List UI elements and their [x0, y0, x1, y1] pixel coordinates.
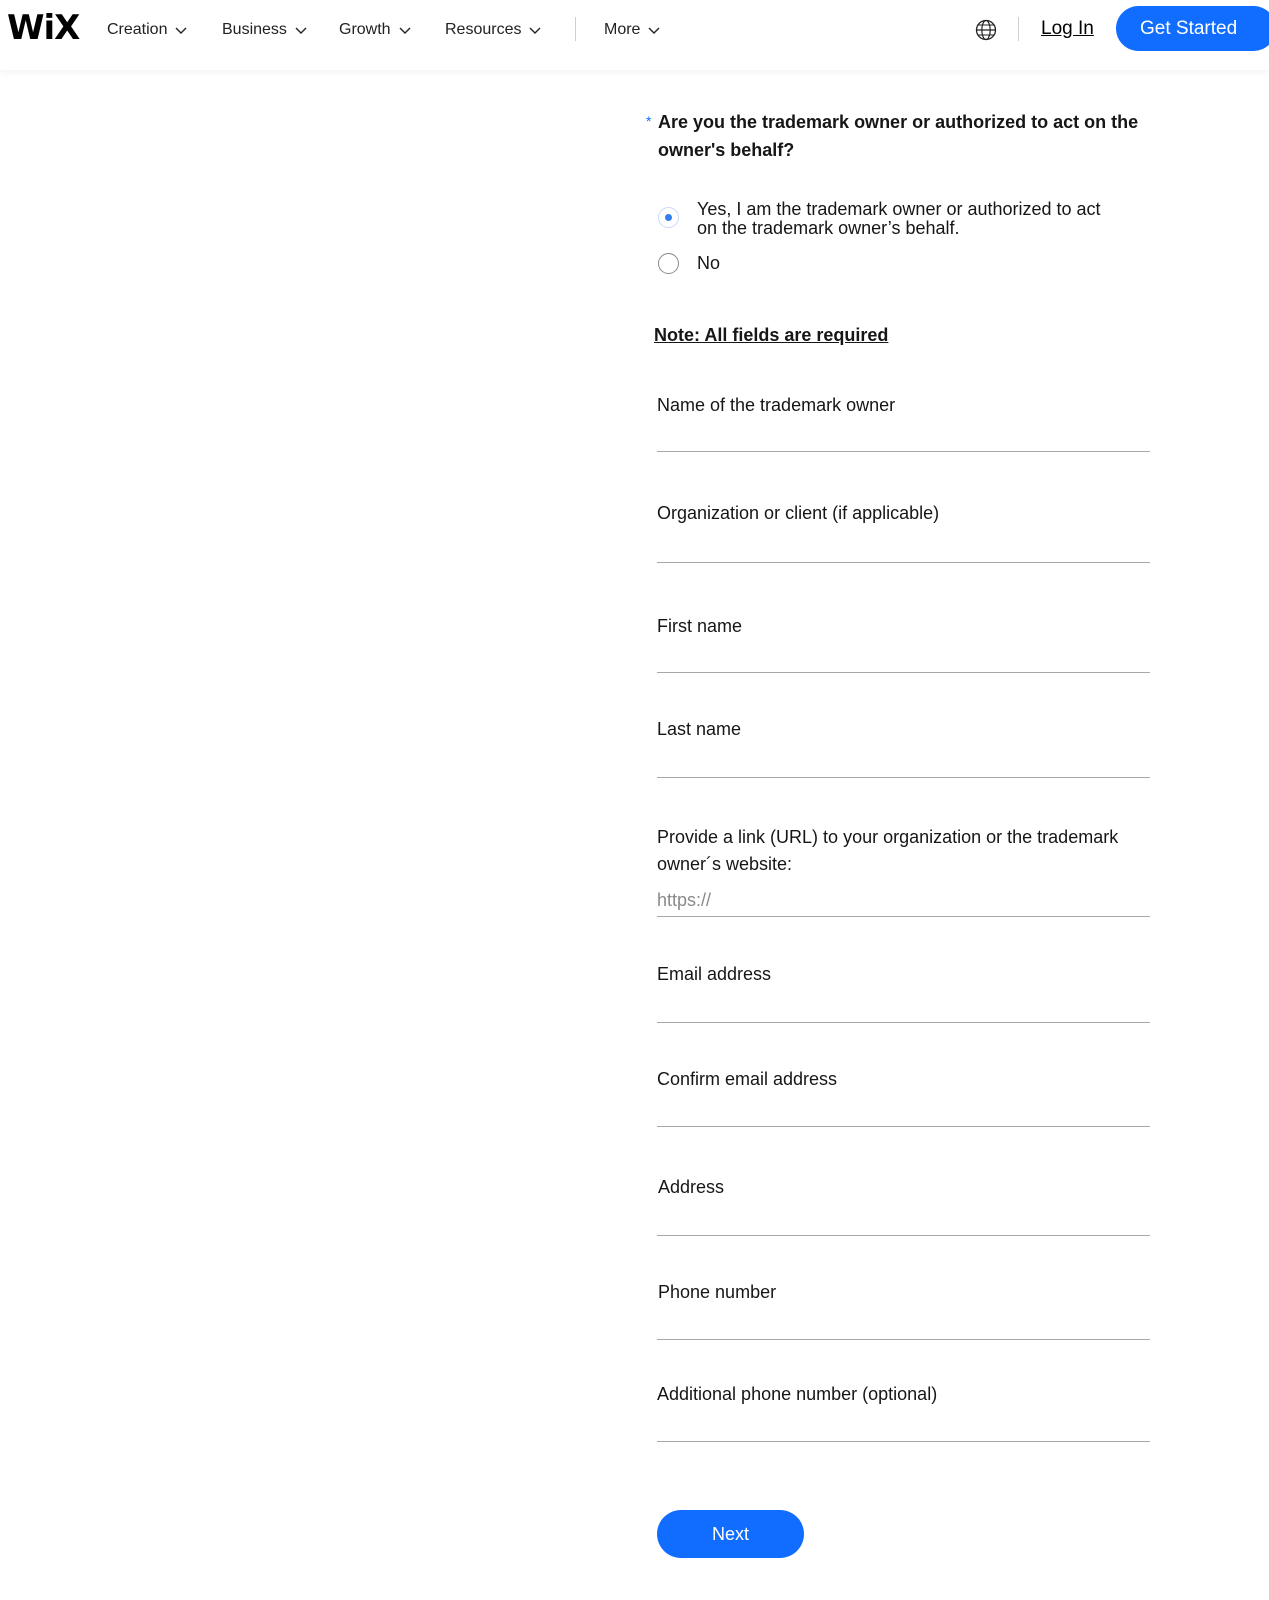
nav-label: More	[604, 21, 641, 38]
email-input[interactable]	[657, 993, 1150, 1019]
organization-label: Organization or client (if applicable)	[657, 503, 940, 523]
radio-yes[interactable]	[658, 207, 679, 228]
next-button[interactable]: Next	[657, 1510, 804, 1558]
first-name-label: First name	[657, 616, 743, 636]
address-input[interactable]	[657, 1206, 1150, 1232]
nav-label: Resources	[445, 21, 522, 38]
website-label: Provide a link (URL) to your organizatio…	[657, 827, 1119, 874]
address-label: Address	[658, 1177, 725, 1197]
owner-name-input[interactable]	[657, 422, 1150, 448]
chevron-down-icon	[295, 27, 307, 34]
login-link[interactable]: Log In	[1041, 17, 1094, 41]
get-started-button[interactable]: Get Started	[1116, 6, 1269, 51]
chevron-down-icon	[529, 27, 541, 34]
nav-resources[interactable]: Resources	[445, 18, 541, 42]
email-label: Email address	[657, 964, 772, 984]
phone-label: Phone number	[658, 1282, 777, 1302]
trademark-form: * Are you the trademark owner or authori…	[0, 0, 1269, 1600]
nav-label: Creation	[107, 21, 168, 38]
chevron-down-icon	[648, 27, 660, 34]
last-name-underline	[657, 777, 1150, 778]
website-input[interactable]	[657, 887, 1150, 913]
radio-no[interactable]	[658, 253, 679, 274]
globe-icon[interactable]	[975, 19, 997, 41]
site-header: WiX Creation Business Growth Resources M…	[0, 0, 1269, 70]
confirm-email-underline	[657, 1126, 1150, 1127]
organization-underline	[657, 562, 1150, 563]
nav-label: Business	[222, 21, 287, 38]
additional-phone-underline	[657, 1441, 1150, 1442]
confirm-email-label: Confirm email address	[657, 1069, 838, 1089]
radio-no-label[interactable]: No	[697, 254, 720, 273]
additional-phone-label: Additional phone number (optional)	[657, 1384, 938, 1404]
wix-logo[interactable]: WiX	[7, 10, 80, 46]
owner-question: Are you the trademark owner or authorize…	[658, 112, 1139, 160]
nav-more[interactable]: More	[604, 18, 660, 42]
radio-yes-label-line1: Yes, I am the trademark owner or authori…	[697, 199, 1101, 219]
chevron-down-icon	[175, 27, 187, 34]
nav-creation[interactable]: Creation	[107, 18, 187, 42]
additional-phone-input[interactable]	[657, 1412, 1150, 1438]
phone-input[interactable]	[657, 1310, 1150, 1336]
confirm-email-input[interactable]	[657, 1097, 1150, 1123]
website-underline	[657, 916, 1150, 917]
required-note: Note: All fields are required	[654, 325, 889, 345]
email-underline	[657, 1022, 1150, 1023]
required-asterisk: *	[646, 113, 652, 129]
first-name-input[interactable]	[657, 643, 1150, 669]
address-underline	[657, 1235, 1150, 1236]
organization-input[interactable]	[657, 533, 1150, 559]
nav-growth[interactable]: Growth	[339, 18, 411, 42]
owner-name-label: Name of the trademark owner	[657, 395, 896, 415]
last-name-input[interactable]	[657, 748, 1150, 774]
nav-business[interactable]: Business	[222, 18, 307, 42]
nav-label: Growth	[339, 21, 391, 38]
phone-underline	[657, 1339, 1150, 1340]
radio-yes-label-line2: on the trademark owner’s behalf.	[697, 218, 960, 238]
radio-yes-label[interactable]: Yes, I am the trademark owner or authori…	[697, 200, 1101, 238]
nav-divider	[575, 17, 576, 41]
chevron-down-icon	[399, 27, 411, 34]
first-name-underline	[657, 672, 1150, 673]
header-divider	[1018, 17, 1019, 41]
last-name-label: Last name	[657, 719, 742, 739]
owner-name-underline	[657, 451, 1150, 452]
